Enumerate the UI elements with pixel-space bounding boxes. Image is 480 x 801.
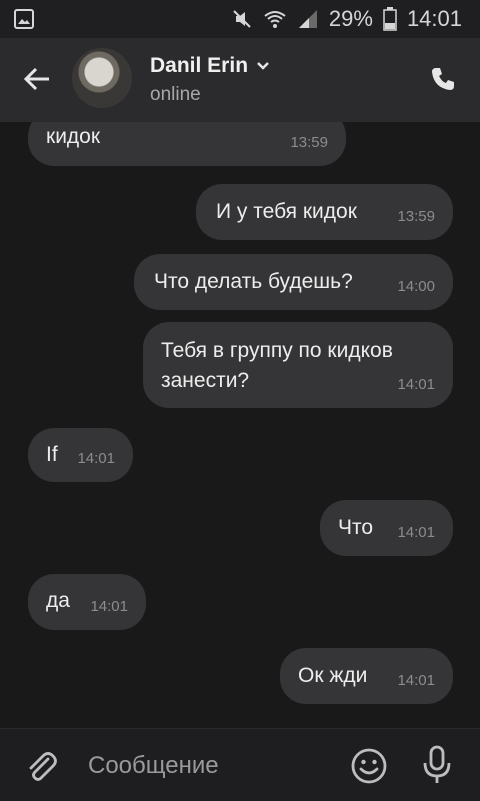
battery-icon — [383, 7, 397, 31]
avatar[interactable] — [72, 48, 132, 108]
message-outgoing[interactable]: Что 14:01 — [320, 500, 453, 556]
status-bar: 29% 14:01 — [0, 0, 480, 38]
message-time: 14:00 — [397, 278, 435, 295]
arrow-left-icon — [23, 67, 49, 91]
message-text: Что делать будешь? — [154, 270, 353, 293]
smiley-icon[interactable] — [350, 747, 388, 785]
contact-status: online — [150, 84, 201, 105]
message-text: If — [46, 443, 58, 466]
message-time: 13:59 — [397, 208, 435, 225]
back-button[interactable] — [18, 60, 56, 98]
message-text: кидок — [46, 125, 101, 148]
message-incoming[interactable]: да 14:01 — [28, 574, 146, 630]
message-outgoing[interactable]: Тебя в группу по кидков занести? 14:01 — [143, 322, 453, 408]
microphone-icon[interactable] — [420, 745, 454, 785]
contact-name-label: Danil Erin — [150, 54, 249, 77]
mute-icon — [233, 10, 251, 28]
message-incoming[interactable]: кидок 13:59 — [28, 122, 346, 166]
message-text: И у тебя кидок — [216, 200, 357, 223]
composer — [0, 728, 480, 801]
chevron-down-icon — [257, 62, 269, 70]
message-text: Что — [338, 516, 374, 539]
message-outgoing[interactable]: И у тебя кидок 13:59 — [196, 184, 453, 240]
battery-percent: 29% — [328, 6, 373, 31]
message-time: 14:01 — [397, 672, 435, 689]
wifi-icon — [264, 11, 286, 28]
chat-header: Danil Erin online — [0, 38, 480, 122]
signal-icon — [298, 10, 317, 28]
phone-icon — [432, 68, 454, 90]
message-incoming[interactable]: If 14:01 — [28, 428, 133, 482]
paperclip-icon[interactable] — [22, 747, 60, 785]
contact-name[interactable]: Danil Erin — [150, 54, 270, 78]
message-text-line2: занести? — [161, 369, 250, 392]
message-time: 13:59 — [290, 134, 328, 151]
image-icon — [14, 9, 34, 29]
message-input[interactable] — [86, 747, 340, 785]
call-button[interactable] — [426, 62, 460, 96]
message-text: да — [46, 589, 70, 612]
message-time: 14:01 — [397, 376, 435, 393]
message-outgoing[interactable]: Что делать будешь? 14:00 — [134, 254, 453, 310]
message-text: Ок жди — [298, 664, 368, 687]
message-time: 14:01 — [77, 450, 115, 467]
message-list[interactable]: кидок 13:59 И у тебя кидок 13:59 Что дел… — [0, 122, 480, 728]
clock: 14:01 — [406, 6, 462, 31]
message-text-line1: Тебя в группу по кидков — [161, 339, 393, 362]
message-time: 14:01 — [397, 524, 435, 541]
message-time: 14:01 — [90, 598, 128, 615]
message-outgoing[interactable]: Ок жди 14:01 — [280, 648, 453, 704]
